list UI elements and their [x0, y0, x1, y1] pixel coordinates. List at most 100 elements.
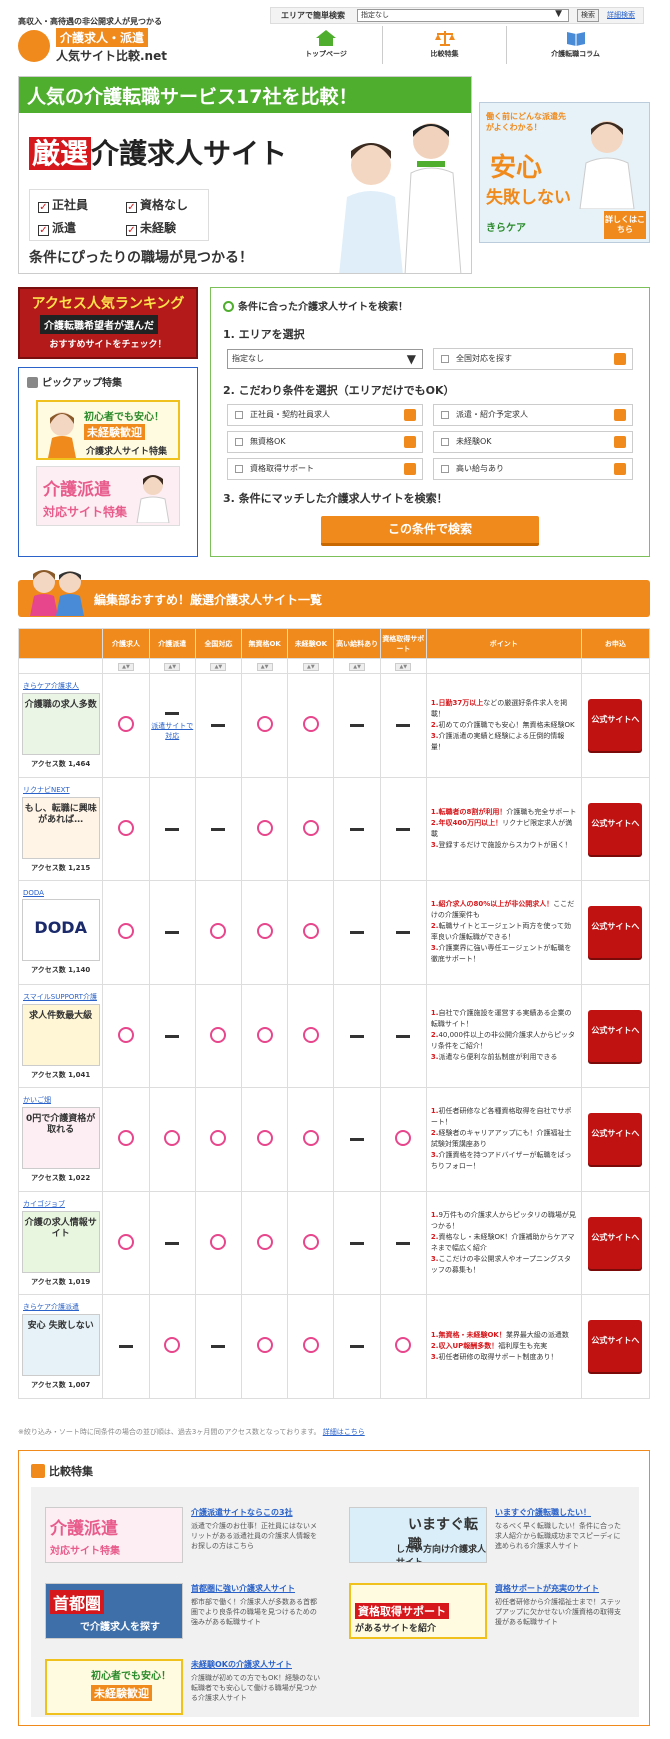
- sort-cell: ▲▼: [102, 658, 150, 674]
- condition-checkbox-fulltime[interactable]: 正社員・契約社員求人: [227, 404, 423, 426]
- sort-button[interactable]: ▲▼: [302, 662, 319, 671]
- official-site-button[interactable]: 公式サイトへ: [588, 802, 643, 855]
- site-name-link[interactable]: カイゴジョブ: [23, 1199, 102, 1209]
- site-thumbnail[interactable]: 介護職の求人多数: [21, 693, 100, 756]
- site-name-link[interactable]: DODA: [23, 889, 102, 897]
- feature-title[interactable]: 首都圏に強い介護求人サイト: [191, 1583, 321, 1594]
- available-circle-icon: [118, 1130, 134, 1147]
- side-ad-details-button[interactable]: 詳しくはこちら: [604, 211, 646, 239]
- th-license-support: 資格取得サポート: [379, 628, 427, 659]
- site-cell: リクナビNEXT もし、転職に興味があれば… アクセス数 1,215: [17, 776, 104, 881]
- access-count-value: 1,019: [68, 1277, 91, 1286]
- condition-checkbox-high-salary[interactable]: 高い給与あり: [433, 458, 633, 480]
- site-thumbnail[interactable]: 求人件数最大級: [21, 1003, 100, 1066]
- nav-top-page[interactable]: トップページ: [270, 26, 382, 64]
- feature-item-dispatch[interactable]: 介護派遣 対応サイト特集 介護派遣サイトならこの3社 派遣で介護のお仕事！正社員に…: [31, 1507, 321, 1567]
- detail-search-link[interactable]: 詳細検索: [607, 10, 635, 20]
- official-site-button[interactable]: 公式サイトへ: [588, 699, 643, 752]
- ranking-banner-title: アクセス人気ランキング: [31, 296, 185, 312]
- available-circle-icon: [118, 819, 134, 836]
- hero-check-label: 派遣: [52, 221, 77, 235]
- site-thumbnail[interactable]: DODA: [21, 899, 100, 962]
- feature-item-inexperienced[interactable]: 初心者でも安心！ 未経験歓迎 未経験OKの介護求人サイト 介護職が初めての方でもO…: [31, 1659, 321, 1719]
- thumbs-up-icon: [27, 377, 38, 388]
- site-thumbnail[interactable]: もし、転職に興味があれば…: [21, 796, 100, 859]
- feature-cell: [241, 1190, 289, 1295]
- feature-desc: 派遣で介護のお仕事！正社員にはないメリットがある派遣社員の介護求人情報をお探しの…: [191, 1522, 317, 1550]
- official-site-button[interactable]: 公式サイトへ: [588, 906, 643, 959]
- available-circle-icon: [256, 1233, 273, 1250]
- note-detail-link[interactable]: 詳細はこちら: [323, 1428, 365, 1436]
- available-circle-icon: [395, 1130, 412, 1147]
- official-site-button[interactable]: 公式サイトへ: [588, 1113, 643, 1166]
- nationwide-checkbox[interactable]: 全国対応を探す: [433, 348, 633, 370]
- condition-checkbox-dispatch[interactable]: 派遣・紹介予定求人: [433, 404, 633, 426]
- feature-item-metro[interactable]: 首都圏 で介護求人を探す 首都圏に強い介護求人サイト 都市部で働く！介護求人が多数…: [31, 1583, 321, 1643]
- comparison-table: 介護求人 介護派遣 全国対応 無資格OK 未経験OK 高い給料あり 資格取得サポ…: [17, 628, 651, 1399]
- sort-button[interactable]: ▲▼: [395, 662, 412, 671]
- site-name-link[interactable]: かいご畑: [23, 1095, 102, 1105]
- pickup-dispatch-banner[interactable]: 介護派遣 対応サイト特集: [36, 466, 180, 526]
- area-search-select[interactable]: 指定なし ▼: [357, 9, 569, 22]
- access-count-label: アクセス数: [31, 1070, 66, 1079]
- feature-cell: [102, 1294, 150, 1399]
- pickup-features-panel: ピックアップ特集 初心者でも安心！ 未経験歓迎 介護求人サイト特集 介護派遣 対…: [18, 367, 198, 557]
- area-select[interactable]: 指定なし ▼: [227, 349, 423, 369]
- sort-button[interactable]: ▲▼: [349, 662, 366, 671]
- access-count: アクセス数 1,022: [19, 1173, 102, 1183]
- site-thumbnail[interactable]: 0円で介護資格が取れる: [21, 1107, 100, 1170]
- point-bold: 1.無資格・未経験OK！: [430, 1330, 506, 1339]
- checkmark-icon: ✓: [126, 225, 137, 236]
- feature-title[interactable]: いますぐ介護転職したい！: [495, 1507, 625, 1518]
- nationwide-label: 全国対応を探す: [456, 354, 512, 363]
- site-cell: DODA DODA アクセス数 1,140: [17, 880, 104, 985]
- point-line: 1.日勤37万以上などの厳選好条件求人を掲載！: [431, 698, 577, 720]
- unavailable-dash-icon: [396, 827, 411, 831]
- nav-comparison-feature[interactable]: 比較特集: [382, 26, 506, 64]
- site-name-link[interactable]: きらケア介護求人: [23, 681, 102, 691]
- available-circle-icon: [302, 1337, 319, 1354]
- table-row: きらケア介護求人 介護職の求人多数 アクセス数 1,464 派遣サイトで対応 1.日勤3…: [17, 673, 651, 778]
- nav-column[interactable]: 介護転職コラム: [506, 26, 644, 64]
- official-site-button[interactable]: 公式サイトへ: [588, 1320, 643, 1373]
- feature-desc: 初任者研修から介護福祉士まで！ステップアップに欠かせない介護資格の取得支援がある…: [495, 1598, 621, 1626]
- th-care-dispatch: 介護派遣: [148, 628, 196, 659]
- site-thumbnail[interactable]: 安心 失敗しない: [21, 1314, 100, 1377]
- sort-button[interactable]: ▲▼: [210, 662, 227, 671]
- site-thumbnail-text: 安心 失敗しない: [27, 1321, 94, 1332]
- point-line: 1.転職者の8割が利用！介護職も完全サポート: [431, 807, 577, 818]
- official-site-button[interactable]: 公式サイトへ: [588, 1216, 643, 1269]
- site-name-link[interactable]: きらケア介護派遣: [23, 1302, 102, 1312]
- apply-cell: 公式サイトへ: [580, 1087, 651, 1192]
- sort-button[interactable]: ▲▼: [118, 662, 134, 671]
- feature-item-license[interactable]: 資格取得サポート があるサイトを紹介 資格サポートが充実のサイト 初任者研修から介…: [335, 1583, 625, 1643]
- search-submit-button[interactable]: この条件で検索: [321, 516, 539, 546]
- area-search-button[interactable]: 検索: [577, 9, 599, 22]
- site-tagline: 高収入・高待遇の非公開求人が見つかる: [18, 17, 162, 26]
- access-ranking-banner[interactable]: アクセス人気ランキング 介護転職希望者が選んだ おすすめサイトをチェック！: [18, 287, 198, 359]
- condition-checkbox-inexperienced[interactable]: 未経験OK: [433, 431, 633, 453]
- dispatch-site-link[interactable]: 派遣サイトで対応: [150, 721, 195, 741]
- sort-button[interactable]: ▲▼: [164, 662, 181, 671]
- condition-checkbox-license-support[interactable]: 資格取得サポート: [227, 458, 423, 480]
- point-cell: 1.9万件もの介護求人からピッタリの職場が見つかる！ 2.資格なし・未経験OK！介…: [425, 1190, 582, 1295]
- unavailable-dash-icon: [165, 827, 180, 831]
- site-logo[interactable]: 介護求人・派遣 人気サイト比較.net: [18, 28, 178, 64]
- feature-item-immediate[interactable]: いますぐ転職 したい方向け介護求人サイト いますぐ介護転職したい！ なるべく早く転…: [335, 1507, 625, 1567]
- official-site-button[interactable]: 公式サイトへ: [588, 1009, 643, 1062]
- site-thumbnail[interactable]: 介護の求人情報サイト: [21, 1210, 100, 1273]
- available-circle-icon: [118, 1026, 134, 1043]
- kiracare-side-ad[interactable]: 働く前にどんな派遣先がよくわかる！ 安心 失敗しない きらケア 詳しくはこちら: [479, 102, 650, 243]
- feature-cell: [102, 1087, 150, 1192]
- feature-title[interactable]: 未経験OKの介護求人サイト: [191, 1659, 321, 1670]
- available-circle-icon: [256, 1337, 273, 1354]
- condition-checkbox-no-license[interactable]: 無資格OK: [227, 431, 423, 453]
- sort-button[interactable]: ▲▼: [256, 662, 273, 671]
- feature-title[interactable]: 介護派遣サイトならこの3社: [191, 1507, 321, 1518]
- site-name-link[interactable]: リクナビNEXT: [23, 785, 102, 795]
- hero-banner[interactable]: 人気の介護転職サービス17社を比較！ 厳選 介護求人サイト ✓ 正社員 ✓ 資格なし …: [18, 76, 472, 274]
- pickup-beginner-banner[interactable]: 初心者でも安心！ 未経験歓迎 介護求人サイト特集: [36, 400, 180, 460]
- site-name-link[interactable]: スマイルSUPPORT介護: [23, 992, 102, 1002]
- feature-title[interactable]: 資格サポートが充実のサイト: [495, 1583, 625, 1594]
- unavailable-dash-icon: [350, 724, 365, 728]
